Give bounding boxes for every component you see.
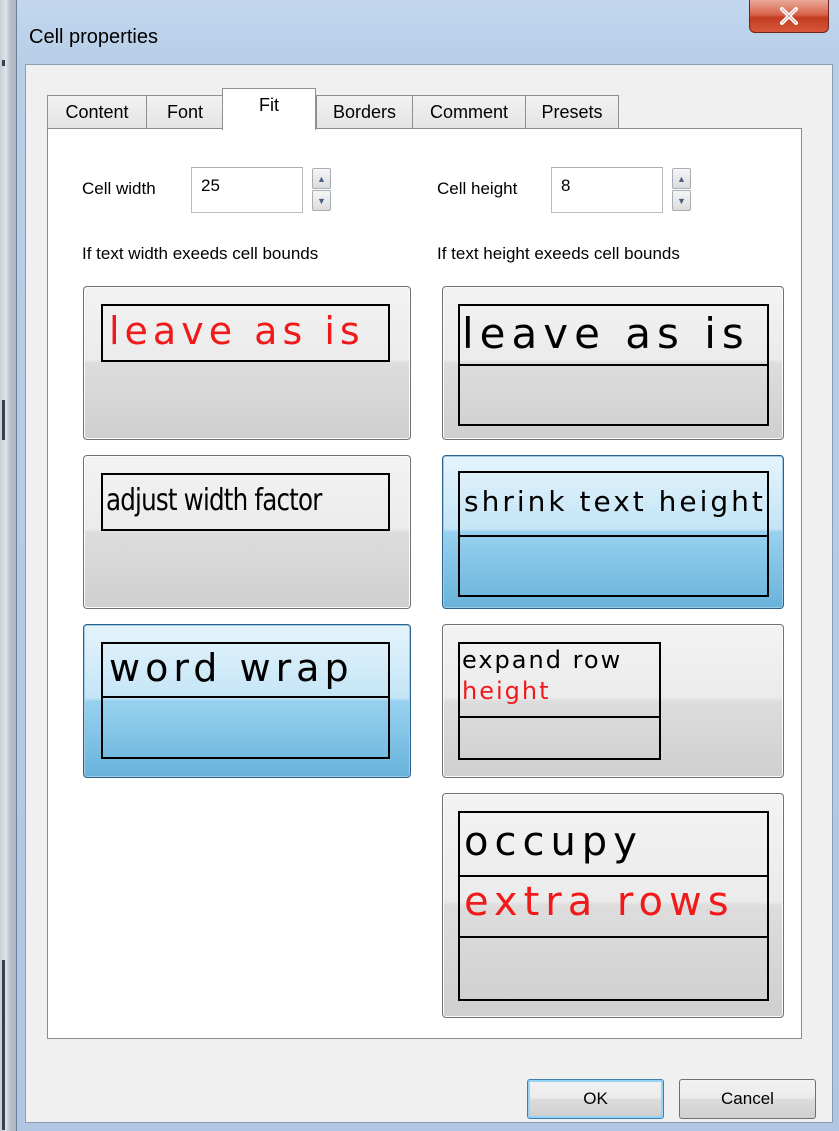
dialog-title: Cell properties — [29, 26, 158, 48]
tab-label: Borders — [332, 102, 397, 122]
cell-preview: expand row height — [458, 642, 661, 760]
height-option-occupy-extra-rows[interactable]: occupy extra rows — [442, 793, 784, 1018]
height-option-leave-as-is[interactable]: leave as is — [442, 286, 784, 440]
cell-preview: occupy extra rows — [458, 811, 769, 1001]
tab-font[interactable]: Font — [146, 95, 224, 129]
preview-text-line2: height — [462, 677, 551, 705]
height-option-shrink-text-height[interactable]: shrink text height — [442, 455, 784, 609]
preview-text-line1: occupy — [464, 819, 643, 865]
tab-fit[interactable]: Fit — [222, 88, 316, 130]
cell-width-input[interactable]: 25 — [191, 167, 303, 213]
tab-presets[interactable]: Presets — [525, 95, 619, 129]
ok-button[interactable]: OK — [527, 1079, 664, 1119]
cell-properties-dialog: Cell properties Content Font Fit Borders… — [16, 0, 839, 1131]
cell-preview: leave as is — [101, 304, 390, 362]
tab-label: Comment — [429, 102, 509, 122]
tab-comment[interactable]: Comment — [412, 95, 526, 129]
preview-text: leave as is — [462, 309, 750, 358]
fit-tab-panel: Cell width 25 ▲ ▼ Cell height 8 ▲ ▼ If t… — [47, 128, 802, 1039]
tab-label: Font — [166, 102, 204, 122]
spin-up-icon[interactable]: ▲ — [312, 168, 331, 189]
preview-text: shrink text height — [464, 485, 766, 518]
cell-preview: adjust width factor — [101, 473, 390, 531]
width-option-leave-as-is[interactable]: leave as is — [83, 286, 411, 440]
cell-width-spinner[interactable]: ▲ ▼ — [312, 168, 331, 211]
cell-height-input[interactable]: 8 — [551, 167, 663, 213]
background-window-edge — [0, 0, 16, 1131]
height-overflow-heading: If text height exeeds cell bounds — [437, 244, 680, 263]
preview-text: adjust width factor — [106, 483, 322, 518]
height-option-expand-row-height[interactable]: expand row height — [442, 624, 784, 778]
preview-text-line1: expand row — [462, 646, 623, 674]
width-option-word-wrap[interactable]: word wrap — [83, 624, 411, 778]
cell-preview: word wrap — [101, 642, 390, 759]
cell-height-label: Cell height — [437, 179, 518, 198]
tab-label: Presets — [541, 102, 603, 122]
spin-down-icon[interactable]: ▼ — [672, 190, 691, 211]
preview-text-line2: extra rows — [464, 879, 735, 925]
width-overflow-heading: If text width exeeds cell bounds — [82, 244, 319, 263]
close-button[interactable] — [749, 0, 829, 33]
tab-label: Fit — [259, 95, 279, 115]
preview-text: leave as is — [109, 309, 365, 353]
tab-label: Content — [65, 102, 129, 122]
spin-up-icon[interactable]: ▲ — [672, 168, 691, 189]
tab-borders[interactable]: Borders — [316, 95, 413, 129]
cell-preview: leave as is — [458, 304, 769, 426]
preview-text: word wrap — [109, 646, 354, 690]
tab-content[interactable]: Content — [47, 95, 147, 129]
cell-width-label: Cell width — [82, 179, 156, 198]
spin-down-icon[interactable]: ▼ — [312, 190, 331, 211]
width-option-adjust-width-factor[interactable]: adjust width factor — [83, 455, 411, 609]
cell-preview: shrink text height — [458, 471, 769, 597]
cancel-button[interactable]: Cancel — [679, 1079, 816, 1119]
close-icon — [780, 7, 798, 25]
cell-height-spinner[interactable]: ▲ ▼ — [672, 168, 691, 211]
dialog-client-area: Content Font Fit Borders Comment Presets… — [25, 64, 833, 1123]
